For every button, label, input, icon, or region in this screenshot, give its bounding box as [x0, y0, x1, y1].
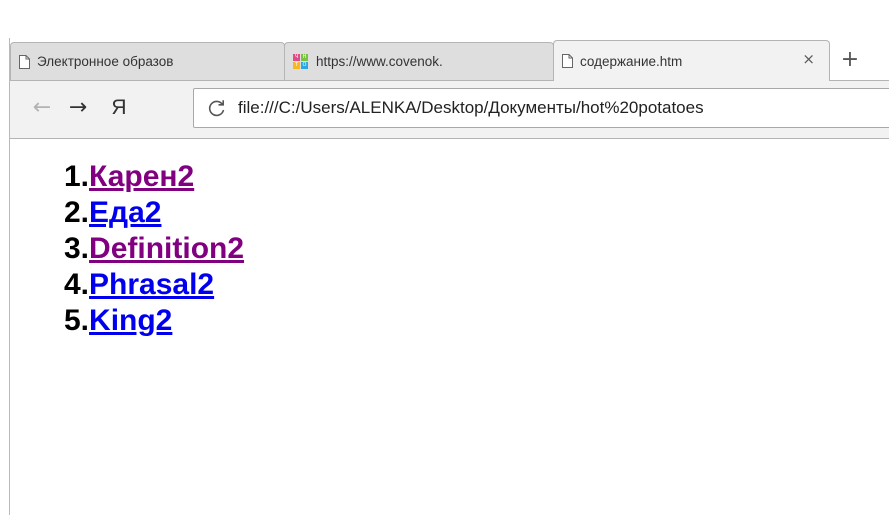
list-item: 5.King2	[64, 303, 244, 339]
address-bar[interactable]: file:///C:/Users/ALENKA/Desktop/Документ…	[193, 88, 889, 128]
back-button[interactable]: ←	[27, 93, 57, 123]
title-bar	[0, 0, 889, 38]
document-icon	[562, 54, 573, 68]
page-content: 1.Карен2 2.Еда2 3.Definition2 4.Phrasal2…	[10, 139, 889, 515]
toc-link-definition2[interactable]: Definition2	[89, 232, 244, 265]
item-number: 1.	[64, 160, 90, 193]
url-text[interactable]: file:///C:/Users/ALENKA/Desktop/Документ…	[238, 89, 704, 127]
forward-button[interactable]: →	[63, 93, 93, 123]
new-tab-button[interactable]: +	[835, 46, 865, 74]
tab-title: https://www.covenok.	[316, 54, 443, 69]
site-logo-icon: Ч Н Т О	[293, 53, 308, 69]
contents-list: 1.Карен2 2.Еда2 3.Definition2 4.Phrasal2…	[64, 159, 244, 339]
list-item: 4.Phrasal2	[64, 267, 244, 303]
item-number: 4.	[64, 268, 90, 301]
tab-electronic[interactable]: Электронное образов	[10, 42, 285, 80]
item-number: 2.	[64, 196, 90, 229]
list-item: 3.Definition2	[64, 231, 244, 267]
item-number: 5.	[64, 304, 90, 337]
tab-covenok[interactable]: Ч Н Т О https://www.covenok.	[284, 42, 554, 80]
yandex-button[interactable]: Я	[104, 93, 134, 123]
toolbar: ← → Я file:///C:/Users/ALENKA/Desktop/До…	[10, 80, 889, 139]
tab-title: Электронное образов	[37, 54, 174, 69]
reload-icon[interactable]	[206, 97, 228, 119]
toc-link-phrasal2[interactable]: Phrasal2	[89, 268, 214, 301]
tab-soderzhanie[interactable]: содержание.htm ×	[553, 40, 830, 81]
browser-window: Электронное образов Ч Н Т О https://www.…	[0, 0, 889, 515]
tab-strip: Электронное образов Ч Н Т О https://www.…	[10, 38, 889, 81]
document-icon	[19, 54, 30, 69]
close-icon[interactable]: ×	[802, 50, 815, 68]
list-item: 1.Карен2	[64, 159, 244, 195]
item-number: 3.	[64, 232, 90, 265]
list-item: 2.Еда2	[64, 195, 244, 231]
toc-link-karen2[interactable]: Карен2	[89, 160, 194, 193]
tab-title: содержание.htm	[580, 53, 683, 69]
toc-link-eda2[interactable]: Еда2	[89, 196, 161, 229]
toc-link-king2[interactable]: King2	[89, 304, 172, 337]
